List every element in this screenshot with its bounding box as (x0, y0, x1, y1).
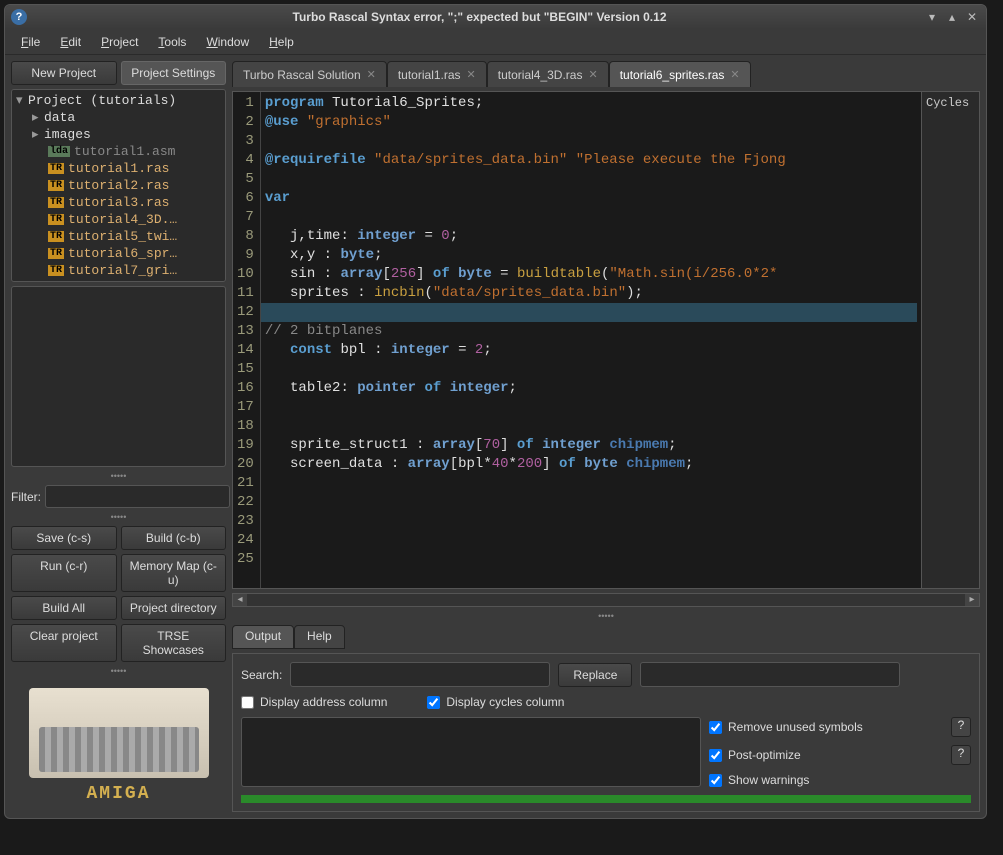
menu-tools[interactable]: Tools (150, 32, 194, 52)
preview-panel (11, 286, 226, 467)
output-panel: Search: Replace Display address column D… (232, 653, 980, 812)
check-show-warnings[interactable]: Show warnings (709, 773, 809, 787)
tab-help[interactable]: Help (294, 625, 345, 649)
sidebar: New Project Project Settings ▾Project (t… (11, 61, 226, 812)
filter-label: Filter: (11, 490, 41, 504)
resize-handle[interactable]: ••••• (232, 611, 980, 621)
showcases-button[interactable]: TRSE Showcases (121, 624, 227, 662)
file-badge-icon: TR (48, 197, 64, 208)
tree-file[interactable]: TRtutorial7_gri… (14, 262, 223, 279)
menubar: File Edit Project Tools Window Help (5, 29, 986, 55)
editor-tab[interactable]: Turbo Rascal Solution✕ (232, 61, 387, 87)
resize-handle[interactable]: ••••• (11, 471, 226, 481)
menu-edit[interactable]: Edit (52, 32, 89, 52)
editor-tab[interactable]: tutorial1.ras✕ (387, 61, 487, 87)
cycles-panel: Cycles (921, 92, 979, 588)
editor[interactable]: 1234567891011121314151617181920212223242… (232, 91, 980, 589)
search-input[interactable] (290, 662, 550, 687)
tree-file[interactable]: ldatutorial1.asm (14, 143, 223, 160)
menu-window[interactable]: Window (198, 32, 257, 52)
main-area: Turbo Rascal Solution✕tutorial1.ras✕tuto… (232, 61, 980, 812)
help-icon[interactable]: ? (11, 9, 27, 25)
file-badge-icon: TR (48, 231, 64, 242)
horizontal-scrollbar[interactable]: ◂▸ (232, 593, 980, 607)
new-project-button[interactable]: New Project (11, 61, 117, 85)
file-badge-icon: lda (48, 146, 70, 157)
check-remove-symbols[interactable]: Remove unused symbols (709, 720, 863, 734)
tab-close-icon[interactable]: ✕ (467, 68, 476, 81)
save-button[interactable]: Save (c-s) (11, 526, 117, 550)
output-text[interactable] (241, 717, 701, 787)
close-icon[interactable]: ✕ (964, 9, 980, 25)
menu-project[interactable]: Project (93, 32, 146, 52)
titlebar[interactable]: ? Turbo Rascal Syntax error, ";" expecte… (5, 5, 986, 29)
code-area[interactable]: program Tutorial6_Sprites;@use "graphics… (261, 92, 921, 588)
editor-tab[interactable]: tutorial6_sprites.ras✕ (609, 61, 751, 87)
file-badge-icon: TR (48, 265, 64, 276)
clear-button[interactable]: Clear project (11, 624, 117, 662)
replace-button[interactable]: Replace (558, 663, 632, 687)
tree-file[interactable]: TRtutorial6_spr… (14, 245, 223, 262)
tree-file[interactable]: TRtutorial1.ras (14, 160, 223, 177)
tree-file[interactable]: TRtutorial2.ras (14, 177, 223, 194)
line-gutter: 1234567891011121314151617181920212223242… (233, 92, 261, 588)
tab-close-icon[interactable]: ✕ (588, 68, 597, 81)
app-window: ? Turbo Rascal Syntax error, ";" expecte… (4, 4, 987, 819)
tree-file[interactable]: TRtutorial3.ras (14, 194, 223, 211)
tab-close-icon[interactable]: ✕ (730, 68, 739, 81)
editor-tab[interactable]: tutorial4_3D.ras✕ (487, 61, 609, 87)
project-tree[interactable]: ▾Project (tutorials) ▸data ▸images ldatu… (11, 89, 226, 282)
help-remove-button[interactable]: ? (951, 717, 971, 737)
check-cycles-column[interactable]: Display cycles column (427, 695, 564, 709)
machine-label: AMIGA (19, 784, 218, 804)
menu-file[interactable]: File (13, 32, 48, 52)
tab-close-icon[interactable]: ✕ (367, 68, 376, 81)
projdir-button[interactable]: Project directory (121, 596, 227, 620)
filter-input[interactable] (45, 485, 230, 508)
tree-file[interactable]: TRtutorial8_com… (14, 279, 223, 282)
bottom-tabs: Output Help (232, 625, 980, 649)
minimize-icon[interactable]: ▾ (924, 9, 940, 25)
scroll-left-icon[interactable]: ◂ (233, 594, 247, 606)
replace-input[interactable] (640, 662, 900, 687)
tree-root[interactable]: Project (tutorials) (28, 93, 176, 108)
file-badge-icon: TR (48, 163, 64, 174)
resize-handle[interactable]: ••••• (11, 666, 226, 676)
editor-tabs: Turbo Rascal Solution✕tutorial1.ras✕tuto… (232, 61, 980, 87)
run-button[interactable]: Run (c-r) (11, 554, 117, 592)
buildall-button[interactable]: Build All (11, 596, 117, 620)
help-post-button[interactable]: ? (951, 745, 971, 765)
file-badge-icon: TR (48, 180, 64, 191)
progress-bar (241, 795, 971, 803)
file-badge-icon: TR (48, 248, 64, 259)
machine-image: AMIGA (11, 680, 226, 812)
search-label: Search: (241, 668, 282, 682)
tree-file[interactable]: TRtutorial5_twi… (14, 228, 223, 245)
build-button[interactable]: Build (c-b) (121, 526, 227, 550)
tree-folder[interactable]: data (44, 110, 75, 125)
check-post-optimize[interactable]: Post-optimize (709, 748, 801, 762)
resize-handle[interactable]: ••••• (11, 512, 226, 522)
tree-file[interactable]: TRtutorial4_3D.… (14, 211, 223, 228)
memmap-button[interactable]: Memory Map (c-u) (121, 554, 227, 592)
file-badge-icon: TR (48, 214, 64, 225)
scroll-right-icon[interactable]: ▸ (965, 594, 979, 606)
tree-folder[interactable]: images (44, 127, 91, 142)
maximize-icon[interactable]: ▴ (944, 9, 960, 25)
project-settings-button[interactable]: Project Settings (121, 61, 227, 85)
check-address-column[interactable]: Display address column (241, 695, 387, 709)
window-title: Turbo Rascal Syntax error, ";" expected … (35, 10, 924, 24)
tab-output[interactable]: Output (232, 625, 294, 649)
menu-help[interactable]: Help (261, 32, 302, 52)
